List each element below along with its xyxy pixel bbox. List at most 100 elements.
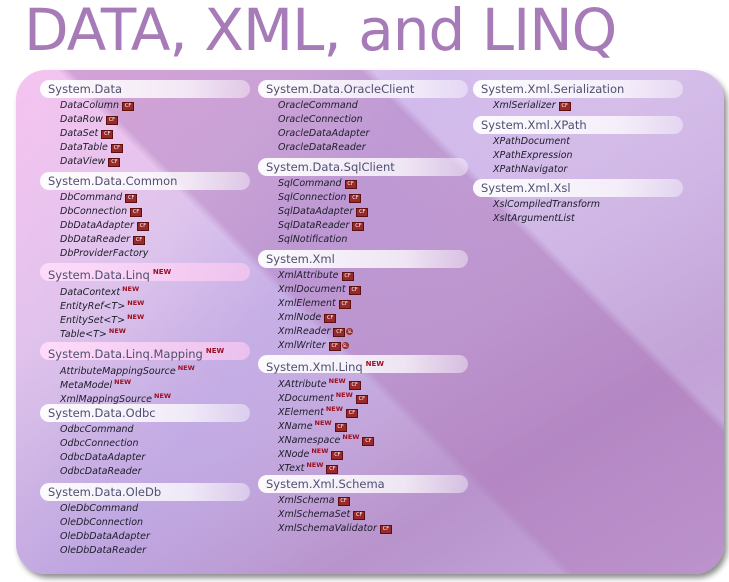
class-name: DbConnection <box>60 206 128 217</box>
class-name: DbCommand <box>60 192 123 203</box>
class-item[interactable]: XNode NEW CF <box>258 444 468 460</box>
namespace-header[interactable]: System.Data.Odbc <box>40 404 250 422</box>
silverlight-icon: SL <box>341 342 349 349</box>
class-item[interactable]: XmlSerializer CF <box>473 99 683 113</box>
compact-framework-icon: CF <box>328 342 341 351</box>
class-item[interactable]: OleDbConnection <box>40 516 250 530</box>
class-item[interactable]: XmlElement CF <box>258 297 468 311</box>
class-item[interactable]: SqlDataAdapter CF <box>258 205 468 219</box>
namespace-header[interactable]: System.Data.OleDb <box>40 483 250 501</box>
namespace-name: System.Data <box>48 82 122 96</box>
class-item[interactable]: XmlWriter CF SL <box>258 339 468 353</box>
class-item[interactable]: XmlMappingSource NEW <box>40 389 250 405</box>
class-item[interactable]: XDocument NEW CF <box>258 388 468 404</box>
new-badge: NEW <box>152 268 172 276</box>
silverlight-icon: SL <box>346 328 354 335</box>
class-item[interactable]: Table<T> NEW <box>40 324 250 340</box>
namespace-header[interactable]: System.Xml.Schema <box>258 475 468 493</box>
class-item[interactable]: DbDataAdapter CF <box>40 219 250 233</box>
class-item[interactable]: OracleConnection <box>258 113 468 127</box>
namespace-section: System.Xml.Serialization XmlSerializer CF <box>473 80 683 113</box>
compact-framework-icon: CF <box>352 222 365 231</box>
class-item[interactable]: SqlDataReader CF <box>258 219 468 233</box>
namespace-header[interactable]: System.Xml.Xsl <box>473 179 683 197</box>
new-badge: NEW <box>306 461 324 469</box>
class-item[interactable]: EntitySet<T> NEW <box>40 310 250 326</box>
namespace-name: System.Data.Linq.Mapping <box>48 347 203 361</box>
namespace-header[interactable]: System.Data.OracleClient <box>258 80 468 98</box>
class-item[interactable]: XNamespace NEW CF <box>258 430 468 446</box>
class-item[interactable]: XslCompiledTransform <box>473 198 683 212</box>
class-item[interactable]: OdbcConnection <box>40 437 250 451</box>
namespace-name: System.Xml.Xsl <box>481 181 571 195</box>
compact-framework-icon: CF <box>136 222 149 231</box>
class-name: SqlNotification <box>278 234 348 245</box>
namespace-header[interactable]: System.Data.SqlClient <box>258 158 468 176</box>
class-name: OleDbDataReader <box>60 545 147 556</box>
class-item[interactable]: XText NEW CF <box>258 458 468 474</box>
namespace-header[interactable]: System.Data <box>40 80 250 98</box>
class-item[interactable]: XmlDocument CF <box>258 283 468 297</box>
class-item[interactable]: SqlNotification <box>258 233 468 247</box>
class-item[interactable]: DbCommand CF <box>40 191 250 205</box>
namespace-section: System.Xml.Linq NEW XAttribute NEW CF XDocume… <box>258 355 468 474</box>
class-item[interactable]: OleDbDataAdapter <box>40 530 250 544</box>
namespace-header[interactable]: System.Xml <box>258 250 468 268</box>
class-item[interactable]: DbDataReader CF <box>40 233 250 247</box>
compact-framework-icon: CF <box>130 208 143 217</box>
class-item[interactable]: OdbcCommand <box>40 423 250 437</box>
class-name: XmlSchema <box>278 495 335 506</box>
class-item[interactable]: XmlReader CF SL <box>258 325 468 339</box>
class-item[interactable]: XmlSchema CF <box>258 494 468 508</box>
class-item[interactable]: DataView CF <box>40 155 250 169</box>
class-item[interactable]: OleDbDataReader <box>40 544 250 558</box>
class-item[interactable]: XPathExpression <box>473 149 683 163</box>
namespace-header[interactable]: System.Data.Common <box>40 172 250 190</box>
class-list: OleDbCommand OleDbConnection OleDbDataAdap… <box>40 502 250 558</box>
class-item[interactable]: EntityRef<T> NEW <box>40 296 250 312</box>
class-name: DataSet <box>60 128 99 139</box>
namespace-header[interactable]: System.Xml.XPath <box>473 116 683 134</box>
class-item[interactable]: DataRow CF <box>40 113 250 127</box>
class-item[interactable]: SqlCommand CF <box>258 177 468 191</box>
class-item[interactable]: OdbcDataAdapter <box>40 451 250 465</box>
class-item[interactable]: XmlNode CF <box>258 311 468 325</box>
class-list: XPathDocument XPathExpression XPathNavigat… <box>473 135 683 177</box>
new-badge: NEW <box>154 392 172 400</box>
class-item[interactable]: DbProviderFactory <box>40 247 250 261</box>
class-name: XPathNavigator <box>493 164 568 175</box>
class-name: XText <box>278 463 305 474</box>
class-item[interactable]: XmlAttribute CF <box>258 269 468 283</box>
namespace-header[interactable]: System.Data.Linq.Mapping NEW <box>40 342 250 361</box>
compact-framework-icon: CF <box>349 194 362 203</box>
namespace-header[interactable]: System.Data.Linq NEW <box>40 263 250 282</box>
class-item[interactable]: XmlSchemaSet CF <box>258 508 468 522</box>
new-badge: NEW <box>335 391 353 399</box>
class-item[interactable]: DbConnection CF <box>40 205 250 219</box>
class-item[interactable]: XName NEW CF <box>258 416 468 432</box>
class-item[interactable]: XsltArgumentList <box>473 212 683 226</box>
class-item[interactable]: DataSet CF <box>40 127 250 141</box>
class-item[interactable]: XmlSchemaValidator CF <box>258 522 468 536</box>
new-badge: NEW <box>325 405 343 413</box>
namespace-header[interactable]: System.Xml.Serialization <box>473 80 683 98</box>
class-list: AttributeMappingSource NEW MetaModel NEW Xml… <box>40 361 250 405</box>
class-item[interactable]: OracleDataAdapter <box>258 127 468 141</box>
class-item[interactable]: SqlConnection CF <box>258 191 468 205</box>
class-item[interactable]: OracleDataReader <box>258 141 468 155</box>
class-item[interactable]: AttributeMappingSource NEW <box>40 361 250 377</box>
class-item[interactable]: DataContext NEW <box>40 282 250 298</box>
class-item[interactable]: DataTable CF <box>40 141 250 155</box>
class-item[interactable]: DataColumn CF <box>40 99 250 113</box>
class-name: XmlAttribute <box>278 270 339 281</box>
class-item[interactable]: XPathDocument <box>473 135 683 149</box>
class-item[interactable]: XPathNavigator <box>473 163 683 177</box>
new-badge: NEW <box>365 360 385 368</box>
class-item[interactable]: OdbcDataReader <box>40 465 250 479</box>
class-item[interactable]: XAttribute NEW CF <box>258 374 468 390</box>
class-item[interactable]: XElement NEW CF <box>258 402 468 418</box>
namespace-header[interactable]: System.Xml.Linq NEW <box>258 355 468 374</box>
class-item[interactable]: MetaModel NEW <box>40 375 250 391</box>
class-item[interactable]: OleDbCommand <box>40 502 250 516</box>
class-item[interactable]: OracleCommand <box>258 99 468 113</box>
